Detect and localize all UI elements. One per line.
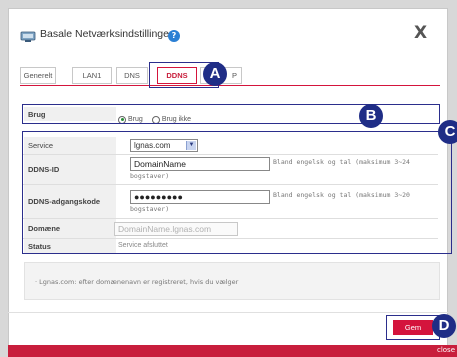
bottom-strip: close — [8, 345, 457, 357]
marker-a: A — [203, 62, 227, 86]
tab-dns[interactable]: DNS — [116, 67, 148, 84]
tab-generelt[interactable]: Generelt — [20, 67, 56, 84]
footer-divider — [8, 312, 448, 313]
marker-c: C — [438, 120, 457, 144]
tab-underline — [20, 85, 440, 86]
info-box: · Lgnas.com: efter domænenavn er registr… — [24, 262, 440, 300]
dialog-title: Basale Netværksindstillinger — [40, 28, 173, 40]
tab-lan1[interactable]: LAN1 — [72, 67, 112, 84]
marker-d: D — [432, 314, 456, 338]
close-button[interactable]: X — [414, 23, 427, 43]
highlight-outline-c — [22, 131, 452, 254]
marker-b: B — [359, 104, 383, 128]
corner-close-label[interactable]: close — [437, 346, 455, 354]
question-circle-icon[interactable]: ? — [168, 30, 180, 42]
info-text: · Lgnas.com: efter domænenavn er registr… — [35, 278, 239, 286]
network-icon — [20, 31, 36, 42]
